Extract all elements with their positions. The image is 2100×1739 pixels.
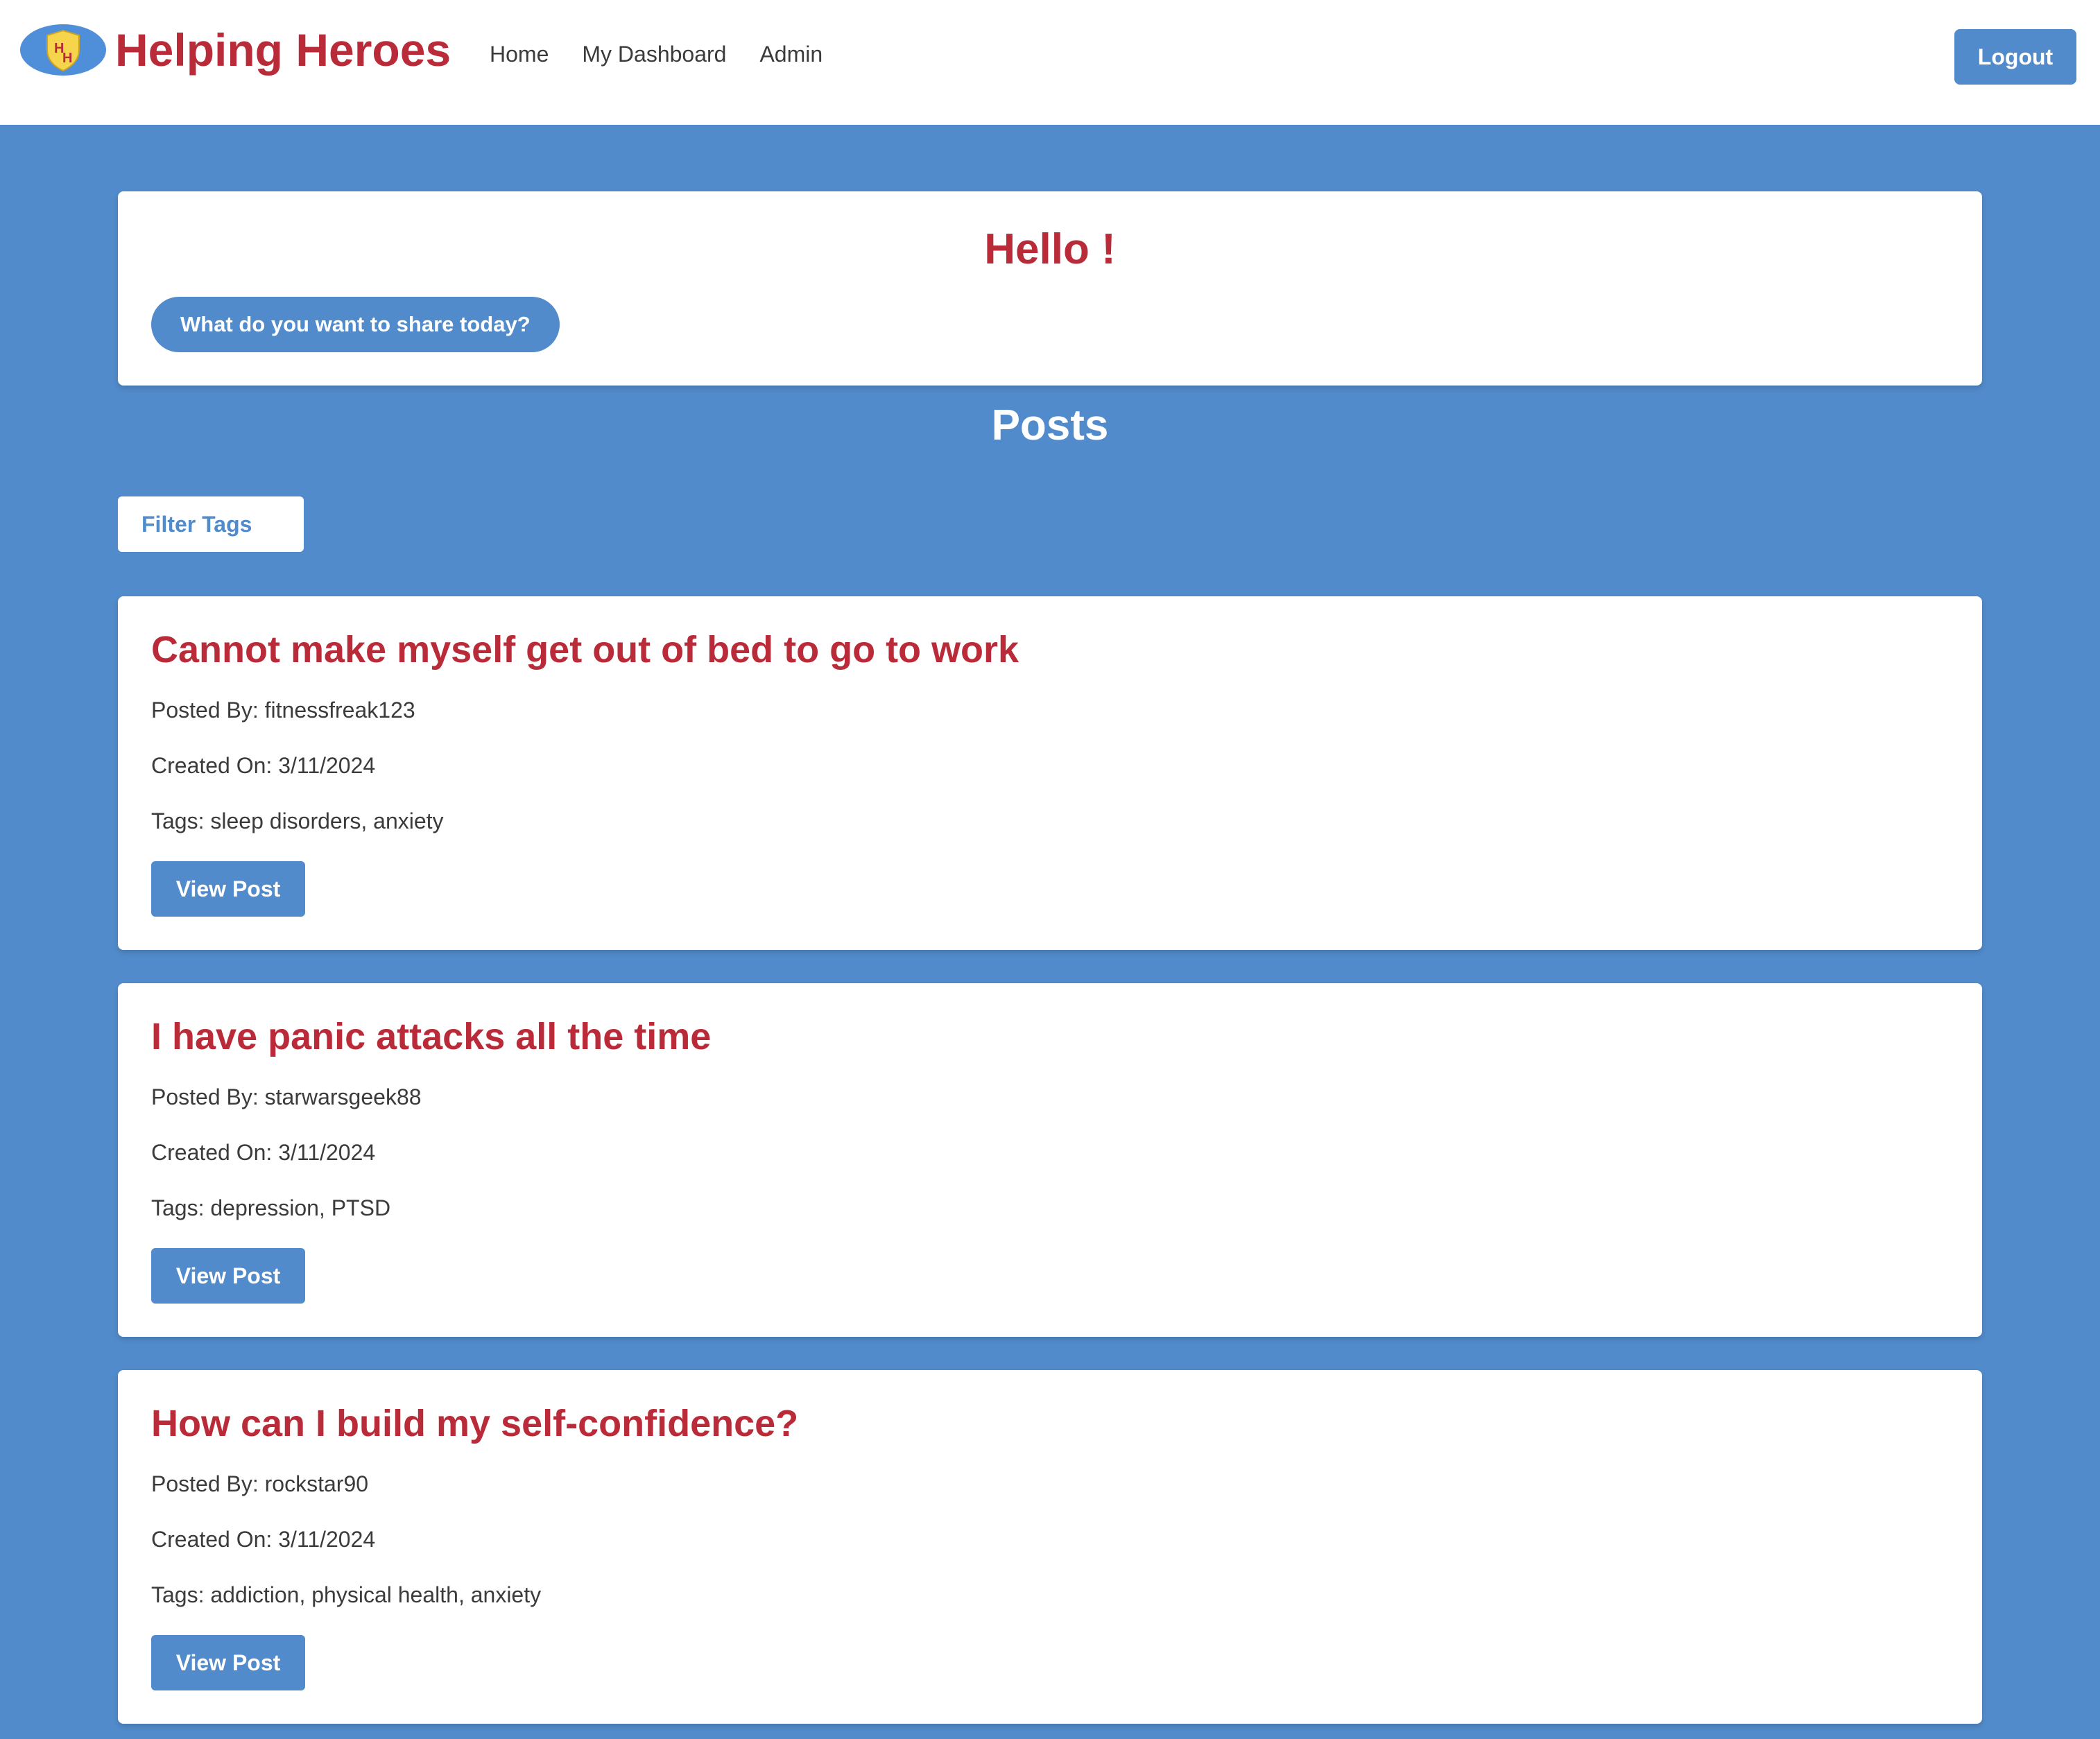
post-author: Posted By: fitnessfreak123 (151, 698, 415, 723)
post-title: Cannot make myself get out of bed to go … (151, 629, 1019, 670)
nav-dashboard-link[interactable]: My Dashboard (582, 42, 726, 67)
share-post-button[interactable]: What do you want to share today? (151, 297, 560, 352)
post-title: How can I build my self-confidence? (151, 1403, 799, 1444)
shield-icon: H H (19, 24, 107, 76)
post-author: Posted By: starwarsgeek88 (151, 1084, 422, 1109)
post-tags: Tags: depression, PTSD (151, 1195, 391, 1220)
view-post-button[interactable]: View Post (151, 861, 305, 917)
post-card: How can I build my self-confidence? Post… (118, 1370, 1982, 1724)
greeting-card: Hello ! What do you want to share today? (118, 191, 1982, 386)
post-author: Posted By: rockstar90 (151, 1471, 369, 1496)
post-card: I have panic attacks all the time Posted… (118, 983, 1982, 1337)
filter-tags-button[interactable]: Filter Tags (118, 496, 304, 552)
view-post-button[interactable]: View Post (151, 1635, 305, 1690)
post-title: I have panic attacks all the time (151, 1016, 712, 1057)
post-card: Cannot make myself get out of bed to go … (118, 596, 1982, 950)
greeting-title: Hello ! (984, 225, 1116, 273)
logo-letter-2: H (62, 51, 72, 66)
post-created-date: Created On: 3/11/2024 (151, 1527, 376, 1552)
post-tags: Tags: sleep disorders, anxiety (151, 808, 444, 833)
posts-heading: Posts (991, 401, 1109, 449)
top-navbar: H H Helping Heroes Home My Dashboard Adm… (0, 0, 2100, 125)
logout-button[interactable]: Logout (1954, 29, 2076, 85)
post-created-date: Created On: 3/11/2024 (151, 1140, 376, 1165)
view-post-button[interactable]: View Post (151, 1248, 305, 1304)
main-nav: Home My Dashboard Admin (490, 42, 823, 67)
brand-link[interactable]: H H Helping Heroes (19, 22, 451, 78)
brand-name: Helping Heroes (115, 24, 451, 76)
nav-admin-link[interactable]: Admin (759, 42, 823, 67)
post-created-date: Created On: 3/11/2024 (151, 753, 376, 778)
nav-home-link[interactable]: Home (490, 42, 549, 67)
post-tags: Tags: addiction, physical health, anxiet… (151, 1582, 542, 1607)
